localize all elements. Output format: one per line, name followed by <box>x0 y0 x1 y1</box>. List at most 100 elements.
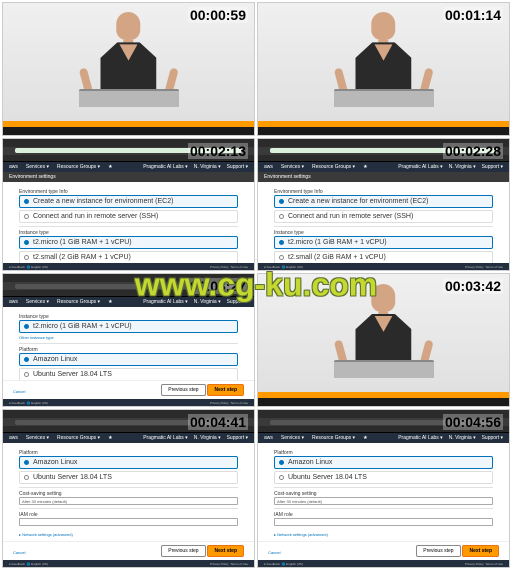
timestamp: 00:02:28 <box>443 143 503 159</box>
platform-amazon-linux[interactable]: Amazon Linux <box>19 353 238 366</box>
iam-role-input[interactable] <box>274 518 493 526</box>
env-opt-ec2[interactable]: Create a new instance for environment (E… <box>274 195 493 208</box>
aws-logo[interactable]: aws <box>9 435 18 441</box>
terms-link[interactable]: Terms of Use <box>230 265 248 269</box>
cost-saving-select[interactable] <box>19 497 238 505</box>
pin-icon[interactable]: ★ <box>363 435 367 441</box>
timestamp: 00:02:13 <box>188 143 248 159</box>
language-selector[interactable]: 🌐 English (US) <box>27 562 48 566</box>
cost-saving-select[interactable] <box>274 497 493 505</box>
feedback-link[interactable]: ● Feedback <box>264 562 280 566</box>
privacy-link[interactable]: Privacy Policy <box>210 401 229 405</box>
account-menu[interactable]: Pragmatic AI Labs ▾ <box>143 299 187 305</box>
prev-step-button[interactable]: Previous step <box>416 545 460 557</box>
language-selector[interactable]: 🌐 English (US) <box>27 265 48 269</box>
platform-amazon-linux[interactable]: Amazon Linux <box>19 456 238 469</box>
support-menu[interactable]: Support ▾ <box>482 435 503 441</box>
language-selector[interactable]: 🌐 English (US) <box>282 265 303 269</box>
network-settings-toggle[interactable]: ▸ Network settings (advanced) <box>274 532 493 537</box>
inst-small[interactable]: t2.small (2 GiB RAM + 1 vCPU) <box>274 251 493 264</box>
services-menu[interactable]: Services ▾ <box>281 435 304 441</box>
pin-icon[interactable]: ★ <box>108 299 112 305</box>
services-menu[interactable]: Services ▾ <box>26 164 49 170</box>
env-opt-ssh[interactable]: Connect and run in remote server (SSH) <box>19 210 238 223</box>
inst-micro[interactable]: t2.micro (1 GiB RAM + 1 vCPU) <box>19 236 238 249</box>
platform-ubuntu[interactable]: Ubuntu Server 18.04 LTS <box>19 471 238 484</box>
network-settings-toggle[interactable]: ▸ Network settings (advanced) <box>19 532 238 537</box>
env-opt-ec2[interactable]: Create a new instance for environment (E… <box>19 195 238 208</box>
cancel-link[interactable]: Cancel <box>13 550 25 555</box>
resource-groups-menu[interactable]: Resource Groups ▾ <box>312 164 355 170</box>
other-instance-link[interactable]: Other instance type <box>19 335 238 340</box>
language-selector[interactable]: 🌐 English (US) <box>282 562 303 566</box>
region-menu[interactable]: N. Virginia ▾ <box>194 164 221 170</box>
prev-step-button[interactable]: Previous step <box>161 545 205 557</box>
account-menu[interactable]: Pragmatic AI Labs ▾ <box>398 435 442 441</box>
support-menu[interactable]: Support ▾ <box>482 164 503 170</box>
terms-link[interactable]: Terms of Use <box>230 562 248 566</box>
section-header: Environment settings <box>3 172 254 182</box>
aws-footer: ● Feedback 🌐 English (US) Privacy Policy… <box>3 399 254 406</box>
terms-link[interactable]: Terms of Use <box>230 401 248 405</box>
support-menu[interactable]: Support ▾ <box>227 435 248 441</box>
platform-ubuntu[interactable]: Ubuntu Server 18.04 LTS <box>19 368 238 380</box>
language-selector[interactable]: 🌐 English (US) <box>27 401 48 405</box>
next-step-button[interactable]: Next step <box>207 384 244 396</box>
terms-link[interactable]: Terms of Use <box>485 265 503 269</box>
next-step-button[interactable]: Next step <box>462 545 499 557</box>
feedback-link[interactable]: ● Feedback <box>9 401 25 405</box>
services-menu[interactable]: Services ▾ <box>281 164 304 170</box>
platform-ubuntu[interactable]: Ubuntu Server 18.04 LTS <box>274 471 493 484</box>
thumbnail-grid: 00:00:59 00:01:14 <box>0 0 512 570</box>
env-type-label: Environment type Info <box>19 189 238 195</box>
next-step-button[interactable]: Next step <box>207 545 244 557</box>
privacy-link[interactable]: Privacy Policy <box>210 562 229 566</box>
resource-groups-menu[interactable]: Resource Groups ▾ <box>57 435 100 441</box>
frame-7: 00:04:41 aws Services ▾ Resource Groups … <box>2 409 255 568</box>
account-menu[interactable]: Pragmatic AI Labs ▾ <box>143 164 187 170</box>
resource-groups-menu[interactable]: Resource Groups ▾ <box>312 435 355 441</box>
services-menu[interactable]: Services ▾ <box>26 299 49 305</box>
aws-logo[interactable]: aws <box>9 164 18 170</box>
aws-logo[interactable]: aws <box>264 435 273 441</box>
cancel-link[interactable]: Cancel <box>268 550 280 555</box>
prev-step-button[interactable]: Previous step <box>161 384 205 396</box>
platform-amazon-linux[interactable]: Amazon Linux <box>274 456 493 469</box>
inst-micro[interactable]: t2.micro (1 GiB RAM + 1 vCPU) <box>19 320 238 333</box>
aws-nav: aws Services ▾ Resource Groups ▾ ★ Pragm… <box>3 433 254 443</box>
pin-icon[interactable]: ★ <box>363 164 367 170</box>
region-menu[interactable]: N. Virginia ▾ <box>449 164 476 170</box>
presenter <box>66 12 192 97</box>
region-menu[interactable]: N. Virginia ▾ <box>449 435 476 441</box>
aws-logo[interactable]: aws <box>264 164 273 170</box>
resource-groups-menu[interactable]: Resource Groups ▾ <box>57 164 100 170</box>
env-opt-ssh[interactable]: Connect and run in remote server (SSH) <box>274 210 493 223</box>
region-menu[interactable]: N. Virginia ▾ <box>194 299 221 305</box>
account-menu[interactable]: Pragmatic AI Labs ▾ <box>143 435 187 441</box>
timestamp: 00:04:56 <box>443 414 503 430</box>
support-menu[interactable]: Support ▾ <box>227 299 248 305</box>
frame-3: 00:02:13 aws Services ▾ Resource Groups … <box>2 138 255 272</box>
pin-icon[interactable]: ★ <box>108 435 112 441</box>
inst-small[interactable]: t2.small (2 GiB RAM + 1 vCPU) <box>19 251 238 264</box>
services-menu[interactable]: Services ▾ <box>26 435 49 441</box>
feedback-link[interactable]: ● Feedback <box>9 265 25 269</box>
resource-groups-menu[interactable]: Resource Groups ▾ <box>57 299 100 305</box>
region-menu[interactable]: N. Virginia ▾ <box>194 435 221 441</box>
support-menu[interactable]: Support ▾ <box>227 164 248 170</box>
privacy-link[interactable]: Privacy Policy <box>465 562 484 566</box>
form-content: Environment type Info Create a new insta… <box>258 182 509 264</box>
privacy-link[interactable]: Privacy Policy <box>465 265 484 269</box>
laptop <box>334 89 434 107</box>
iam-role-input[interactable] <box>19 518 238 526</box>
privacy-link[interactable]: Privacy Policy <box>210 265 229 269</box>
inst-micro[interactable]: t2.micro (1 GiB RAM + 1 vCPU) <box>274 236 493 249</box>
feedback-link[interactable]: ● Feedback <box>9 562 25 566</box>
terms-link[interactable]: Terms of Use <box>485 562 503 566</box>
feedback-link[interactable]: ● Feedback <box>264 265 280 269</box>
cancel-link[interactable]: Cancel <box>13 389 25 394</box>
aws-logo[interactable]: aws <box>9 299 18 305</box>
pin-icon[interactable]: ★ <box>108 164 112 170</box>
account-menu[interactable]: Pragmatic AI Labs ▾ <box>398 164 442 170</box>
inst-type-label: Instance type <box>19 230 238 236</box>
